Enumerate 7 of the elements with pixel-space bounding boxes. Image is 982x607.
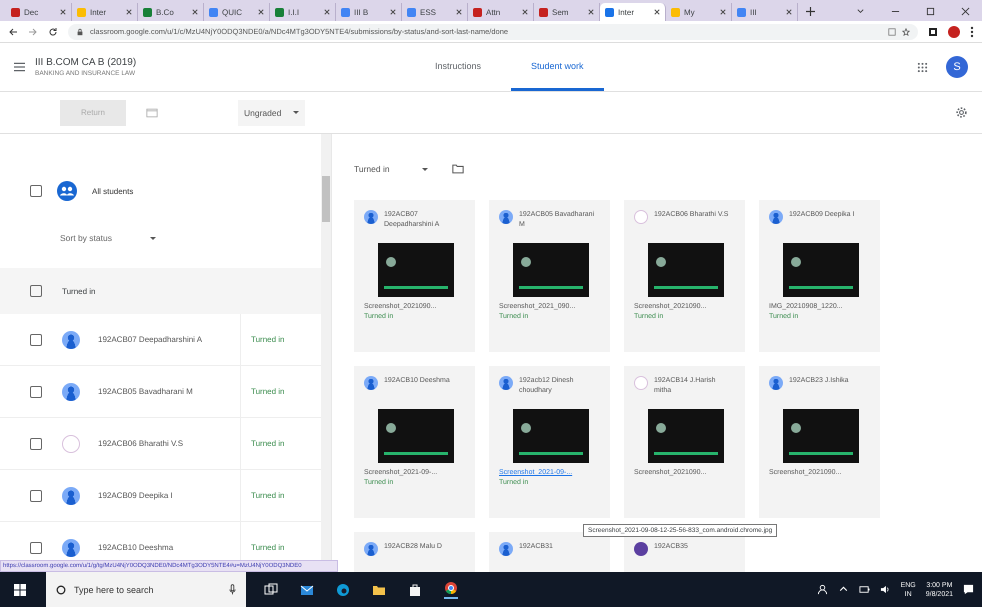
- student-status: Turned in: [251, 439, 284, 448]
- student-status: Turned in: [251, 387, 284, 396]
- group-label: Turned in: [62, 286, 96, 296]
- student-status: Turned in: [251, 491, 284, 500]
- student-status: Turned in: [251, 543, 284, 552]
- student-status: Turned in: [251, 335, 284, 344]
- class-title: III B.COM CA B (2019): [35, 57, 138, 68]
